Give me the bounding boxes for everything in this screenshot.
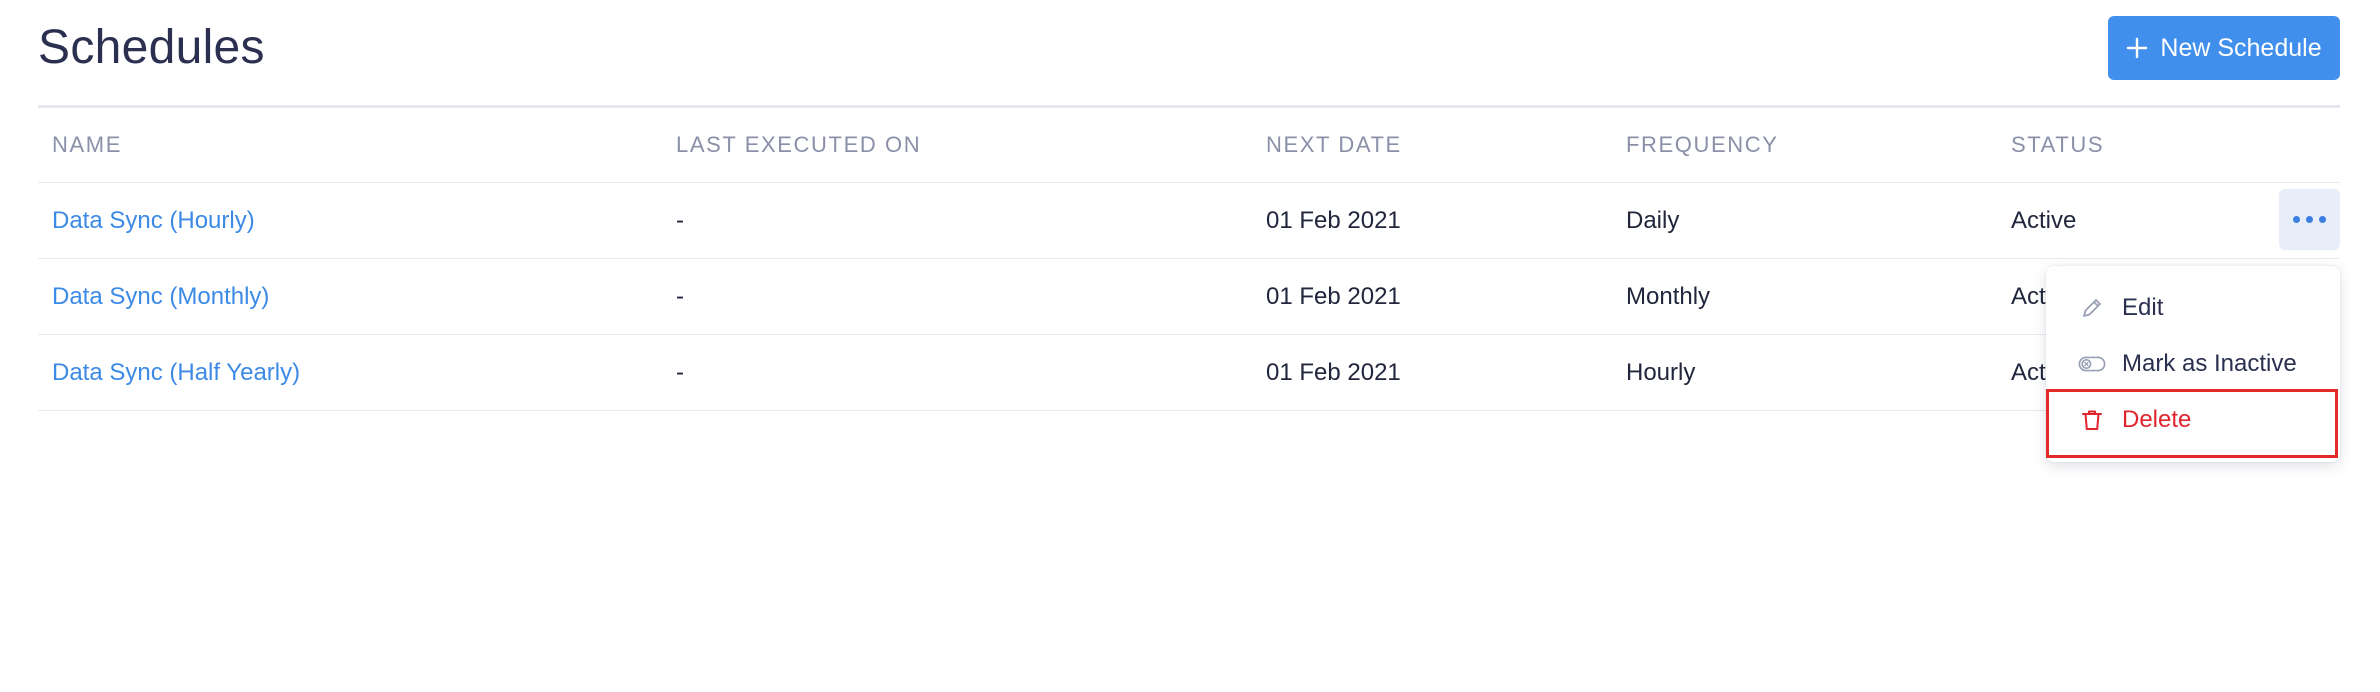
more-dot bbox=[2319, 216, 2326, 223]
row-actions-button[interactable] bbox=[2279, 189, 2340, 250]
menu-item-edit[interactable]: Edit bbox=[2046, 280, 2340, 336]
schedules-page: Schedules New Schedule NAME LAST EXECUTE… bbox=[0, 0, 2380, 692]
last-executed-cell: - bbox=[676, 207, 684, 234]
table-row: Data Sync (Half Yearly) - 01 Feb 2021 Ho… bbox=[38, 335, 2340, 411]
pencil-icon bbox=[2078, 294, 2106, 322]
page-title: Schedules bbox=[38, 21, 265, 74]
status-cell: Act bbox=[2011, 283, 2046, 310]
next-date-cell: 01 Feb 2021 bbox=[1266, 283, 1401, 310]
table-header: NAME LAST EXECUTED ON NEXT DATE FREQUENC… bbox=[38, 108, 2340, 183]
menu-item-label: Edit bbox=[2122, 294, 2164, 321]
schedule-name-link[interactable]: Data Sync (Half Yearly) bbox=[52, 359, 300, 387]
new-schedule-label: New Schedule bbox=[2160, 33, 2322, 62]
plus-icon bbox=[2127, 37, 2148, 59]
row-actions-menu: Edit Mark as Inactive Delete bbox=[2046, 266, 2340, 462]
frequency-cell: Monthly bbox=[1626, 283, 1711, 310]
trash-icon bbox=[2078, 406, 2106, 434]
new-schedule-button[interactable]: New Schedule bbox=[2108, 16, 2340, 80]
next-date-cell: 01 Feb 2021 bbox=[1266, 359, 1401, 386]
column-header-next-date[interactable]: NEXT DATE bbox=[1266, 132, 1402, 158]
menu-item-label: Delete bbox=[2122, 406, 2192, 433]
menu-item-mark-inactive[interactable]: Mark as Inactive bbox=[2046, 336, 2340, 392]
last-executed-cell: - bbox=[676, 283, 684, 310]
more-dots-icon bbox=[2293, 216, 2300, 223]
table-row: Data Sync (Monthly) - 01 Feb 2021 Monthl… bbox=[38, 259, 2340, 335]
table-row: Data Sync (Hourly) - 01 Feb 2021 Daily A… bbox=[38, 183, 2340, 259]
status-cell: Active bbox=[2011, 207, 2077, 234]
menu-item-delete[interactable]: Delete bbox=[2046, 392, 2340, 448]
schedule-name-link[interactable]: Data Sync (Hourly) bbox=[52, 207, 255, 235]
column-header-name[interactable]: NAME bbox=[52, 132, 122, 158]
column-header-frequency[interactable]: FREQUENCY bbox=[1626, 132, 1779, 158]
menu-item-label: Mark as Inactive bbox=[2122, 350, 2297, 377]
schedule-name-link[interactable]: Data Sync (Monthly) bbox=[52, 283, 269, 311]
status-cell: Act bbox=[2011, 359, 2046, 386]
last-executed-cell: - bbox=[676, 359, 684, 386]
toggle-off-icon bbox=[2078, 350, 2106, 378]
frequency-cell: Daily bbox=[1626, 207, 1680, 234]
next-date-cell: 01 Feb 2021 bbox=[1266, 207, 1401, 234]
frequency-cell: Hourly bbox=[1626, 359, 1696, 386]
column-header-status[interactable]: STATUS bbox=[2011, 132, 2104, 158]
more-dot bbox=[2306, 216, 2313, 223]
column-header-last-executed[interactable]: LAST EXECUTED ON bbox=[676, 132, 921, 158]
